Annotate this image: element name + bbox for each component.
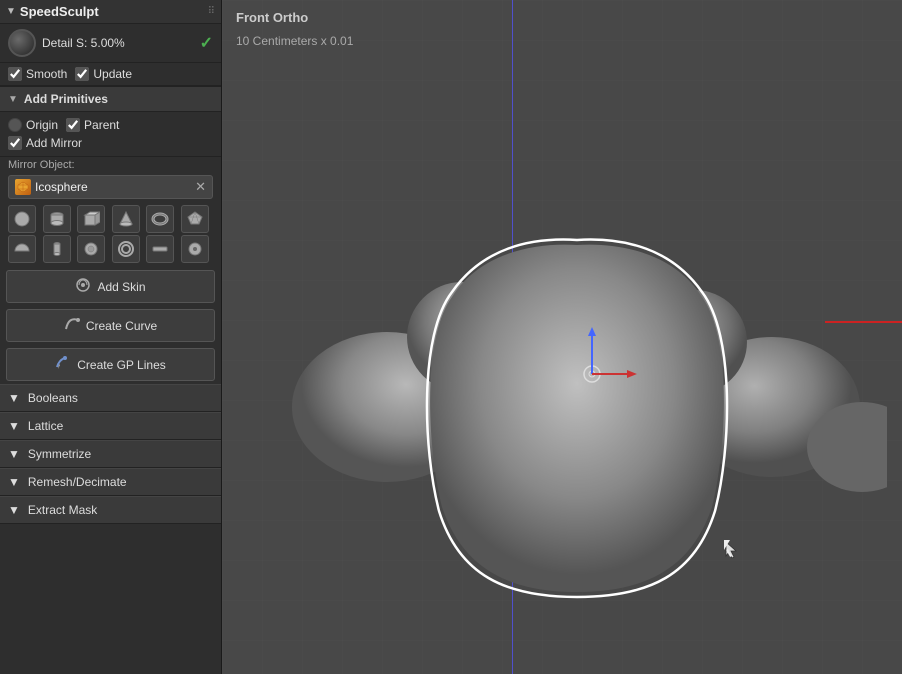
detail-row: Detail S: 5.00% ✓ <box>0 24 221 63</box>
checkmark-button[interactable]: ✓ <box>200 33 213 53</box>
add-skin-label: Add Skin <box>97 280 145 294</box>
smooth-checkbox[interactable] <box>8 67 22 81</box>
drag-handle-icon: ⠿ <box>208 6 215 17</box>
shapes-grid <box>0 201 221 267</box>
shape-blob-btn[interactable] <box>77 235 105 263</box>
parent-label: Parent <box>84 118 119 132</box>
origin-label: Origin <box>26 118 58 132</box>
panel-title: SpeedSculpt <box>20 4 204 19</box>
add-mirror-checkbox[interactable] <box>8 136 22 150</box>
detail-label: Detail S: 5.00% <box>42 36 194 50</box>
transform-gizmo <box>542 322 642 422</box>
sculpture-container <box>252 80 902 674</box>
shape-cylinder-btn[interactable] <box>43 205 71 233</box>
lattice-section[interactable]: ▼ Lattice <box>0 412 221 440</box>
remesh-decimate-label: Remesh/Decimate <box>28 475 127 489</box>
extract-mask-section[interactable]: ▼ Extract Mask <box>0 496 221 524</box>
sidebar: ▼ SpeedSculpt ⠿ Detail S: 5.00% ✓ Smooth… <box>0 0 222 674</box>
primitives-props: Origin Parent Add Mirror <box>0 112 221 157</box>
mirror-object-label: Mirror Object: <box>0 157 221 173</box>
create-gp-lines-button[interactable]: Create GP Lines <box>6 348 215 381</box>
shape-ring-btn[interactable] <box>112 235 140 263</box>
create-curve-button[interactable]: Create Curve <box>6 309 215 342</box>
detail-circle[interactable] <box>8 29 36 57</box>
create-gp-lines-label: Create GP Lines <box>77 358 166 372</box>
booleans-arrow-icon: ▼ <box>8 391 20 405</box>
smooth-checkbox-label[interactable]: Smooth <box>8 67 67 81</box>
symmetrize-label: Symmetrize <box>28 447 91 461</box>
remesh-decimate-section[interactable]: ▼ Remesh/Decimate <box>0 468 221 496</box>
update-checkbox-label[interactable]: Update <box>75 67 132 81</box>
add-mirror-label: Add Mirror <box>26 136 82 150</box>
add-mirror-checkbox-label[interactable]: Add Mirror <box>8 136 82 150</box>
shape-icosphere-btn[interactable] <box>181 205 209 233</box>
shape-sphere-btn[interactable] <box>8 205 36 233</box>
shape-cone-btn[interactable] <box>112 205 140 233</box>
panel-header[interactable]: ▼ SpeedSculpt ⠿ <box>0 0 221 24</box>
viewport[interactable]: Front Ortho 10 Centimeters x 0.01 <box>222 0 902 674</box>
lattice-arrow-icon: ▼ <box>8 419 20 433</box>
parent-checkbox-label[interactable]: Parent <box>66 118 119 132</box>
symmetrize-arrow-icon: ▼ <box>8 447 20 461</box>
shape-halfsphere-btn[interactable] <box>8 235 36 263</box>
add-primitives-arrow-icon: ▼ <box>8 94 18 105</box>
mirror-object-select[interactable]: Icosphere ✕ <box>8 175 213 199</box>
booleans-section[interactable]: ▼ Booleans <box>0 384 221 412</box>
origin-parent-row: Origin Parent <box>8 118 213 132</box>
panel-collapse-arrow[interactable]: ▼ <box>6 6 16 17</box>
add-skin-button[interactable]: Add Skin <box>6 270 215 303</box>
origin-checkbox-label[interactable]: Origin <box>8 118 58 132</box>
curve-icon <box>64 316 80 335</box>
remesh-arrow-icon: ▼ <box>8 475 20 489</box>
extract-mask-label: Extract Mask <box>28 503 97 517</box>
smooth-label: Smooth <box>26 67 67 81</box>
add-mirror-row: Add Mirror <box>8 136 213 150</box>
origin-circle-icon <box>8 118 22 132</box>
add-primitives-section[interactable]: ▼ Add Primitives <box>0 86 221 112</box>
create-curve-label: Create Curve <box>86 319 157 333</box>
shape-extra-btn[interactable] <box>181 235 209 263</box>
shape-thincyl-btn[interactable] <box>43 235 71 263</box>
update-label: Update <box>93 67 132 81</box>
shape-flat-btn[interactable] <box>146 235 174 263</box>
gplines-icon <box>55 355 71 374</box>
booleans-label: Booleans <box>28 391 78 405</box>
icosphere-icon <box>15 179 31 195</box>
close-icon[interactable]: ✕ <box>195 179 206 195</box>
icosphere-name: Icosphere <box>35 180 191 194</box>
skin-icon <box>75 277 91 296</box>
extract-mask-arrow-icon: ▼ <box>8 503 20 517</box>
add-primitives-label: Add Primitives <box>24 92 108 106</box>
parent-checkbox[interactable] <box>66 118 80 132</box>
sculpture-svg <box>267 137 887 617</box>
lattice-label: Lattice <box>28 419 63 433</box>
shape-cube-btn[interactable] <box>77 205 105 233</box>
update-checkbox[interactable] <box>75 67 89 81</box>
options-row: Smooth Update <box>0 63 221 86</box>
shape-torus-btn[interactable] <box>146 205 174 233</box>
symmetrize-section[interactable]: ▼ Symmetrize <box>0 440 221 468</box>
